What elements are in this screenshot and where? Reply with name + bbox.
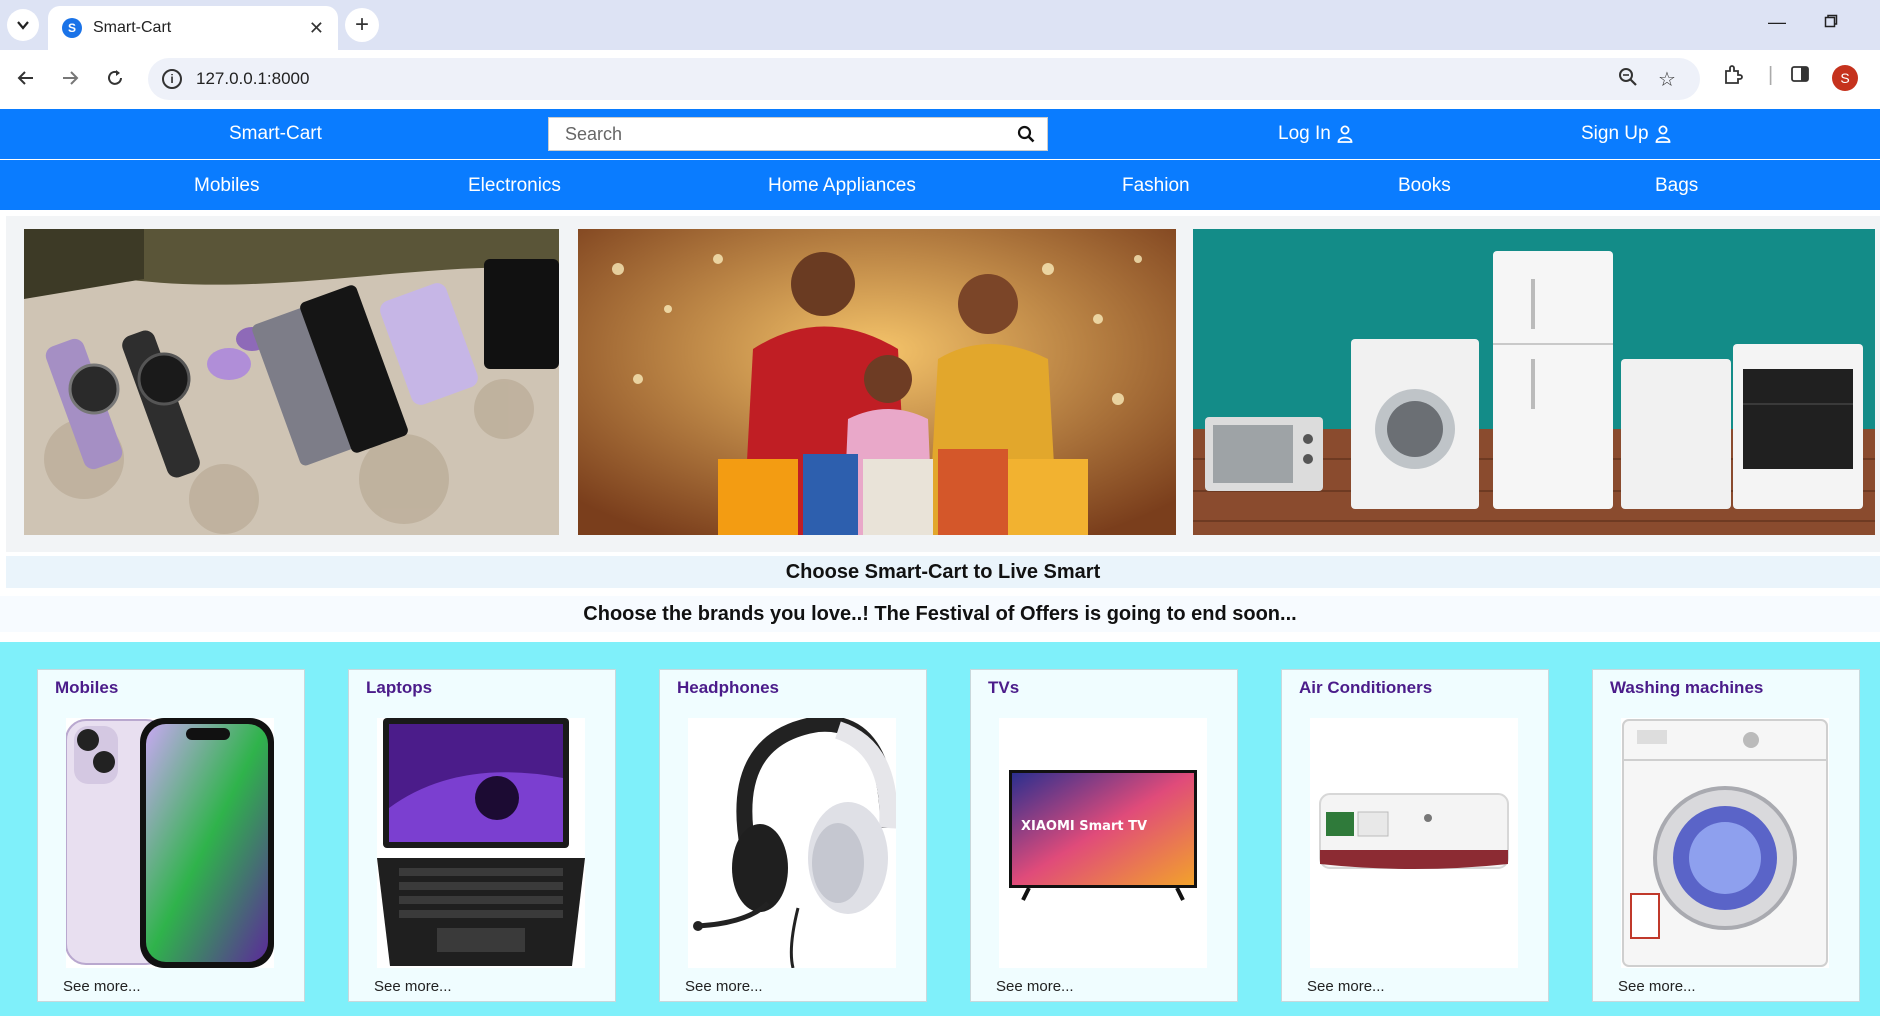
- toolbar-divider: |: [1768, 64, 1774, 86]
- side-panel-icon[interactable]: [1790, 64, 1810, 90]
- category-link-fashion[interactable]: Fashion: [1122, 175, 1190, 197]
- login-label: Log In: [1278, 123, 1331, 144]
- product-card-title: TVs: [988, 678, 1020, 697]
- browser-toolbar: i 127.0.0.1:8000 ☆ | S: [0, 50, 1880, 108]
- see-more-link[interactable]: See more...: [1307, 978, 1385, 995]
- zoom-icon[interactable]: [1618, 67, 1638, 93]
- browser-tabstrip: S Smart-Cart ✕ + —: [0, 0, 1880, 50]
- restore-icon[interactable]: [1824, 12, 1838, 33]
- user-icon: [1337, 125, 1353, 143]
- see-more-link[interactable]: See more...: [374, 978, 452, 995]
- product-card-laptops[interactable]: Laptops See more...: [348, 669, 616, 1002]
- product-card-tvs[interactable]: TVs XIAOMI Smart TV See more...: [970, 669, 1238, 1002]
- address-bar[interactable]: i 127.0.0.1:8000 ☆: [148, 58, 1700, 100]
- product-card-title: Laptops: [366, 678, 433, 697]
- banner-image-festival-shopping[interactable]: [578, 229, 1176, 535]
- login-link[interactable]: Log In: [1278, 123, 1353, 145]
- product-card-washing-machines[interactable]: Washing machines See more...: [1592, 669, 1860, 1002]
- product-card-title: Mobiles: [55, 678, 119, 697]
- product-categories-section: Mobiles See more... Laptops See more... …: [0, 642, 1880, 1016]
- tab-search-button[interactable]: [7, 9, 39, 41]
- banner-image-gadgets[interactable]: [24, 229, 559, 535]
- product-card-title: Air Conditioners: [1299, 678, 1433, 697]
- signup-label: Sign Up: [1581, 123, 1649, 144]
- product-image-tv[interactable]: XIAOMI Smart TV: [999, 718, 1207, 968]
- category-link-electronics[interactable]: Electronics: [468, 175, 561, 197]
- product-image-air-conditioner[interactable]: [1310, 718, 1518, 968]
- back-arrow-icon[interactable]: [10, 62, 42, 94]
- product-card-headphones[interactable]: Headphones See more...: [659, 669, 927, 1002]
- category-link-home-appliances[interactable]: Home Appliances: [768, 175, 916, 197]
- browser-tab-active[interactable]: S Smart-Cart ✕: [48, 6, 338, 50]
- user-icon: [1655, 125, 1671, 143]
- product-image-laptop[interactable]: [377, 718, 585, 968]
- see-more-link[interactable]: See more...: [996, 978, 1074, 995]
- product-image-iphone[interactable]: [66, 718, 274, 968]
- category-nav: Mobiles Electronics Home Appliances Fash…: [0, 160, 1880, 210]
- profile-avatar[interactable]: S: [1832, 65, 1858, 91]
- brand-logo-text[interactable]: Smart-Cart: [229, 123, 322, 145]
- see-more-link[interactable]: See more...: [685, 978, 763, 995]
- product-card-mobiles[interactable]: Mobiles See more...: [37, 669, 305, 1002]
- product-card-title: Headphones: [677, 678, 780, 697]
- see-more-link[interactable]: See more...: [63, 978, 141, 995]
- banner-carousel: [6, 216, 1880, 552]
- product-image-washing-machine[interactable]: [1621, 718, 1829, 968]
- site-header: Smart-Cart Log In Sign Up: [0, 109, 1880, 159]
- forward-arrow-icon[interactable]: [54, 62, 86, 94]
- search-bar: [548, 117, 1048, 151]
- product-card-title: Washing machines: [1610, 678, 1764, 697]
- product-image-headphones[interactable]: [688, 718, 896, 968]
- chevron-down-icon: [17, 21, 29, 30]
- category-link-mobiles[interactable]: Mobiles: [194, 175, 259, 197]
- tab-title: Smart-Cart: [93, 19, 172, 36]
- search-input[interactable]: [565, 123, 1017, 145]
- see-more-link[interactable]: See more...: [1618, 978, 1696, 995]
- close-icon[interactable]: ✕: [309, 18, 324, 39]
- signup-link[interactable]: Sign Up: [1581, 123, 1671, 145]
- search-icon[interactable]: [1017, 125, 1035, 143]
- tagline-secondary: Choose the brands you love..! The Festiv…: [0, 596, 1880, 632]
- site-info-icon[interactable]: i: [162, 69, 182, 89]
- reload-icon[interactable]: [99, 62, 131, 94]
- category-link-bags[interactable]: Bags: [1655, 175, 1698, 197]
- product-card-air-conditioners[interactable]: Air Conditioners See more...: [1281, 669, 1549, 1002]
- minimize-icon[interactable]: —: [1768, 12, 1786, 33]
- new-tab-button[interactable]: +: [345, 8, 379, 42]
- banner-image-home-appliances[interactable]: [1193, 229, 1875, 535]
- category-link-books[interactable]: Books: [1398, 175, 1451, 197]
- favicon-icon: S: [62, 18, 82, 38]
- tv-screen-brand-text: XIAOMI Smart TV: [1021, 819, 1147, 834]
- url-text: 127.0.0.1:8000: [196, 69, 310, 88]
- bookmark-star-icon[interactable]: ☆: [1658, 67, 1676, 92]
- extensions-icon[interactable]: [1722, 64, 1744, 92]
- tagline-primary: Choose Smart-Cart to Live Smart: [6, 556, 1880, 588]
